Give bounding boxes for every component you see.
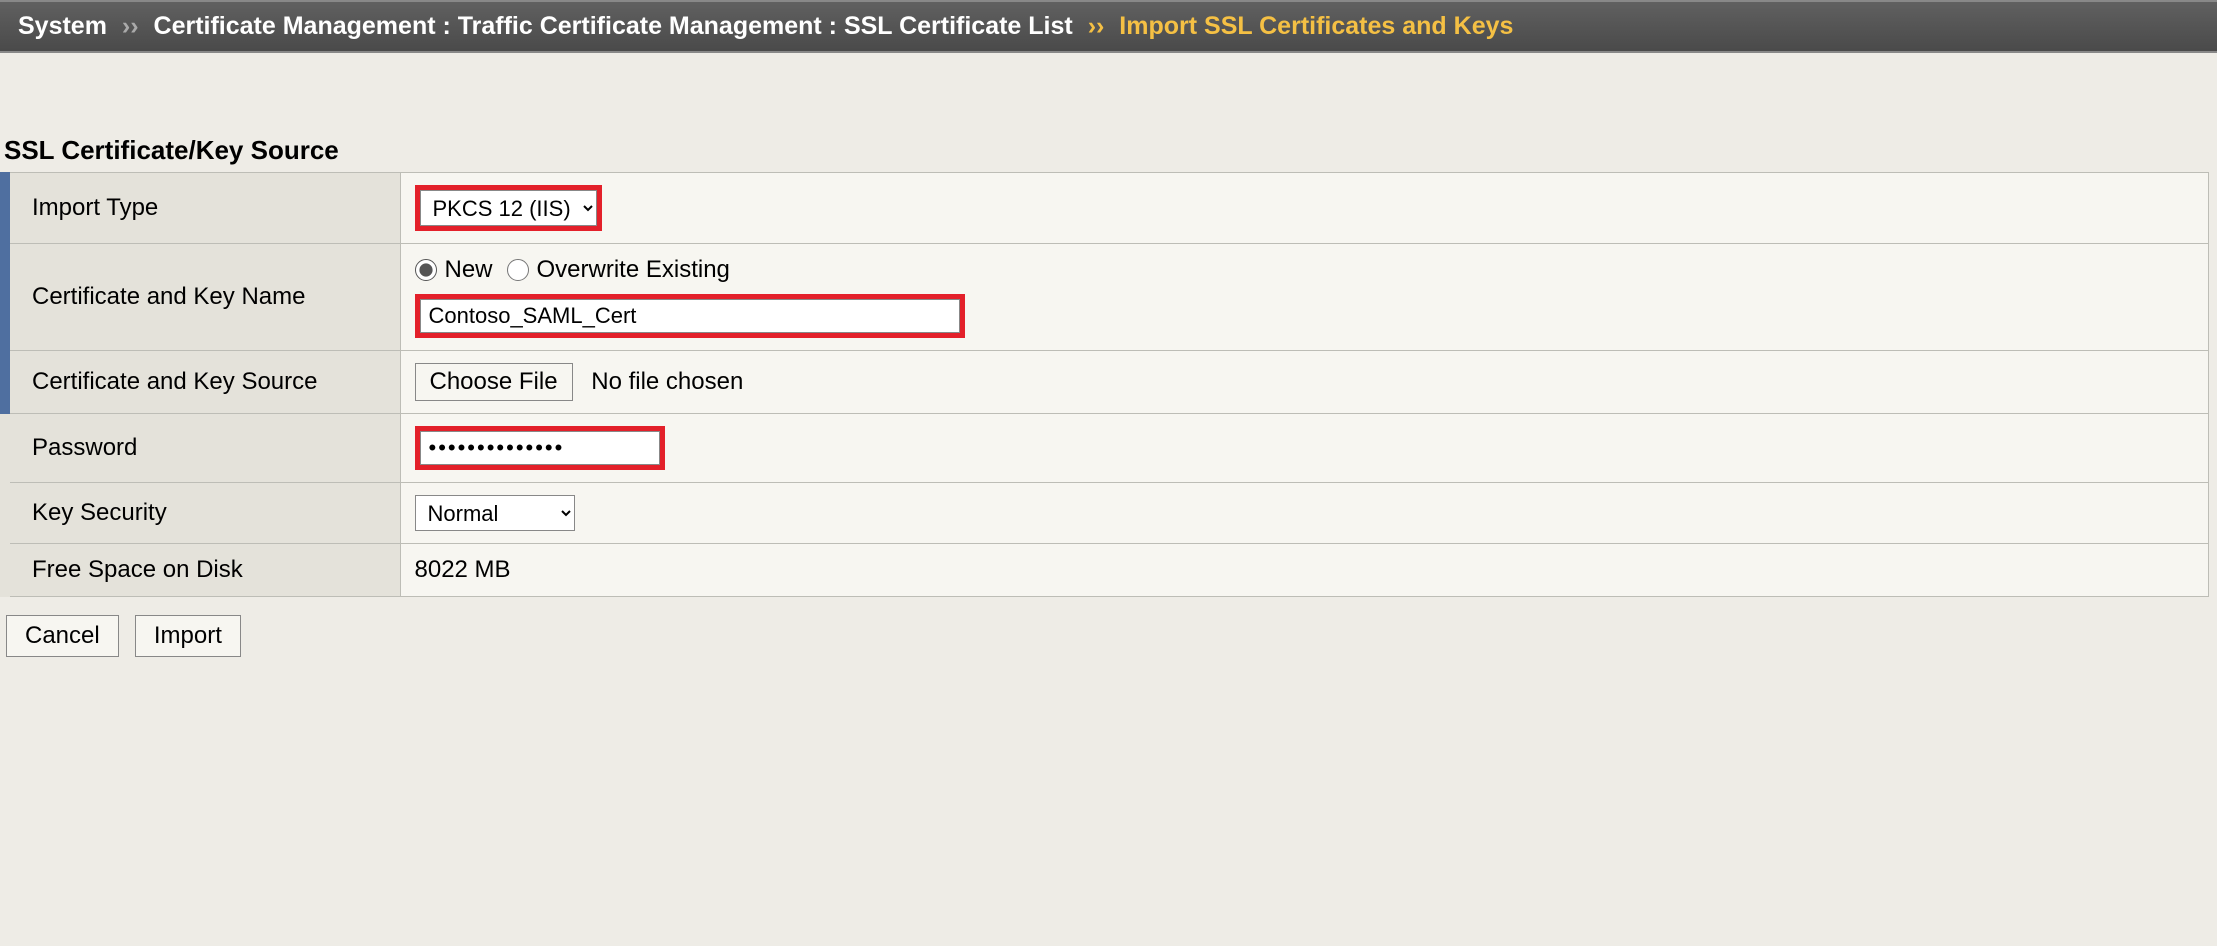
- highlight-import-type: PKCS 12 (IIS): [415, 185, 602, 231]
- cancel-button[interactable]: Cancel: [6, 615, 119, 657]
- crumb-sep: ››: [122, 12, 139, 40]
- radio-new-label: New: [445, 256, 493, 284]
- radio-new[interactable]: [415, 259, 437, 281]
- label-cert-key-name: Certificate and Key Name: [5, 244, 400, 351]
- import-button[interactable]: Import: [135, 615, 241, 657]
- highlight-cert-name: [415, 294, 965, 338]
- import-type-select[interactable]: PKCS 12 (IIS): [420, 190, 597, 226]
- crumb-cert-mgmt[interactable]: Certificate Management : Traffic Certifi…: [154, 12, 1073, 40]
- cert-name-mode-radios: New Overwrite Existing: [415, 256, 2195, 284]
- label-key-security: Key Security: [5, 483, 400, 544]
- crumb-system[interactable]: System: [18, 12, 107, 40]
- choose-file-button[interactable]: Choose File: [415, 363, 573, 401]
- free-space-value: 8022 MB: [400, 544, 2209, 597]
- crumb-current: Import SSL Certificates and Keys: [1119, 12, 1513, 40]
- password-input[interactable]: [420, 431, 660, 465]
- form-table: Import Type PKCS 12 (IIS) Certificate an…: [0, 172, 2209, 597]
- label-password: Password: [5, 414, 400, 483]
- section-title: SSL Certificate/Key Source: [0, 135, 2213, 172]
- key-security-select[interactable]: Normal: [415, 495, 575, 531]
- highlight-password: [415, 426, 665, 470]
- label-import-type: Import Type: [5, 173, 400, 244]
- file-status: No file chosen: [591, 368, 743, 395]
- label-free-space: Free Space on Disk: [5, 544, 400, 597]
- button-row: Cancel Import: [0, 597, 2213, 675]
- radio-overwrite-label: Overwrite Existing: [537, 256, 730, 284]
- cert-key-name-input[interactable]: [420, 299, 960, 333]
- radio-overwrite[interactable]: [507, 259, 529, 281]
- crumb-sep: ››: [1088, 12, 1105, 40]
- breadcrumb: System ›› Certificate Management : Traff…: [0, 0, 2217, 53]
- label-cert-key-source: Certificate and Key Source: [5, 351, 400, 414]
